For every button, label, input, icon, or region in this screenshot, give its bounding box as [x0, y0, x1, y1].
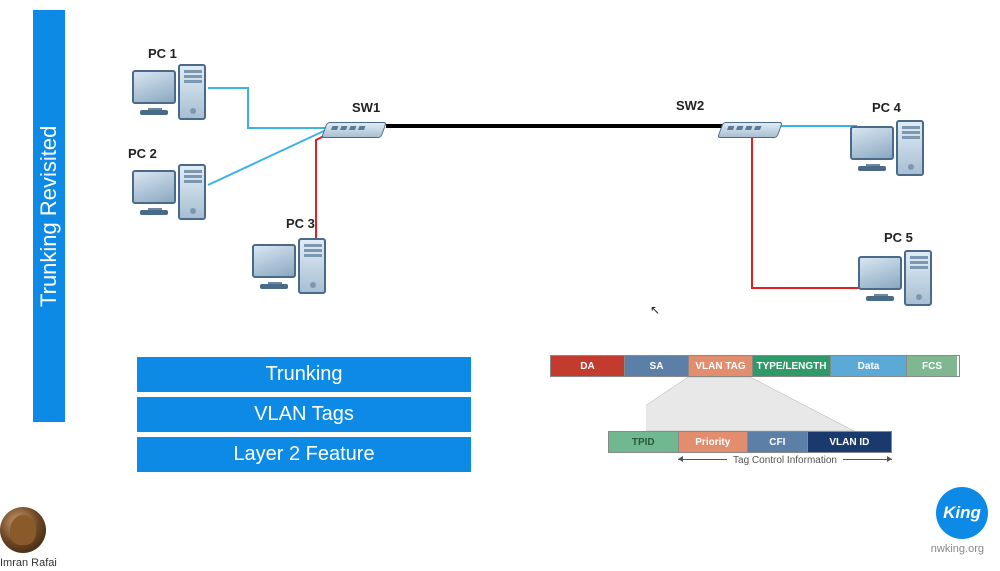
- author-name: Imran Rafai: [0, 557, 57, 569]
- sidebar-title: Trunking Revisited: [33, 10, 65, 422]
- network-diagram: PC 1 PC 2 PC 3 SW1 SW2 PC 4 PC 5: [80, 40, 960, 330]
- tag-cell-vlanid: VLAN ID: [808, 432, 891, 452]
- tag-cell-priority: Priority: [679, 432, 749, 452]
- pc1-icon: [132, 62, 210, 128]
- tag-cell-cfi: CFI: [748, 432, 808, 452]
- link-layer: [80, 40, 960, 330]
- avatar: [0, 507, 46, 553]
- brand-url: nwking.org: [931, 543, 984, 555]
- frame-cell-data: Data: [831, 356, 907, 376]
- pc5-label: PC 5: [884, 230, 913, 245]
- pc2-icon: [132, 162, 210, 228]
- tag-cell-tpid: TPID: [609, 432, 679, 452]
- frame-cell-fcs: FCS: [907, 356, 957, 376]
- king-logo: King: [936, 487, 988, 539]
- vlan-tag-row: TPIDPriorityCFIVLAN ID: [608, 431, 892, 453]
- pc3-icon: [252, 236, 330, 302]
- pc1-label: PC 1: [148, 46, 177, 61]
- frame-cell-vlantag: VLAN TAG: [689, 356, 753, 376]
- pc2-label: PC 2: [128, 146, 157, 161]
- sw2-icon: [720, 114, 786, 142]
- sw2-label: SW2: [676, 98, 704, 113]
- bullet-layer2: Layer 2 Feature: [137, 437, 471, 472]
- frame-top-row: DASAVLAN TAGTYPE/LENGTHDataFCS: [550, 355, 960, 377]
- pc4-label: PC 4: [872, 100, 901, 115]
- sw1-icon: [324, 114, 390, 142]
- frame-cell-typelength: TYPE/LENGTH: [753, 356, 831, 376]
- ethernet-frame-diagram: DASAVLAN TAGTYPE/LENGTHDataFCS TPIDPrior…: [550, 355, 960, 377]
- bullet-list: Trunking VLAN Tags Layer 2 Feature: [137, 357, 471, 477]
- pc4-icon: [850, 118, 928, 184]
- expand-lines: [646, 377, 854, 431]
- tci-label: Tag Control Information: [678, 455, 892, 466]
- sw1-label: SW1: [352, 100, 380, 115]
- bullet-vlan-tags: VLAN Tags: [137, 397, 471, 432]
- pc5-icon: [858, 248, 936, 314]
- frame-cell-sa: SA: [625, 356, 689, 376]
- cursor-icon: ↖: [650, 303, 660, 317]
- pc3-label: PC 3: [286, 216, 315, 231]
- frame-cell-da: DA: [551, 356, 625, 376]
- bullet-trunking: Trunking: [137, 357, 471, 392]
